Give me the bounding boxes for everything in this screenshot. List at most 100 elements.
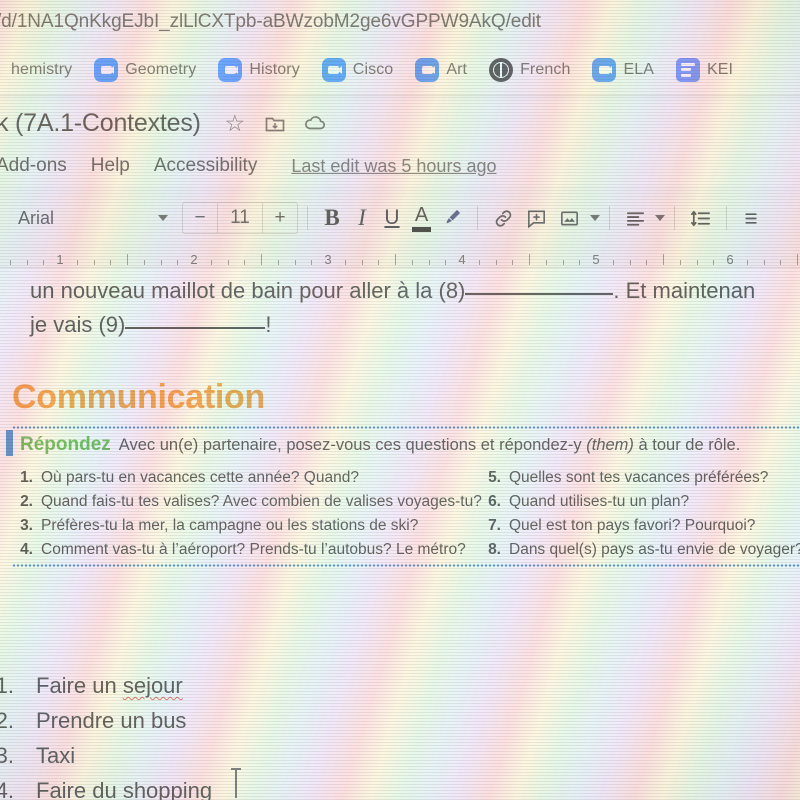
list-item-text[interactable]: Faire un sejour: [36, 668, 183, 703]
bookmark-ela[interactable]: ELA: [581, 50, 665, 90]
ruler-tick: [311, 260, 313, 265]
bookmark-art[interactable]: Art: [404, 50, 478, 90]
ruler-tick: [545, 260, 547, 265]
question-number: 7.: [488, 517, 501, 534]
bookmark-chemistry[interactable]: hemistry: [0, 50, 83, 90]
text-color-button[interactable]: A: [407, 205, 436, 232]
chevron-down-icon[interactable]: [655, 215, 665, 221]
increase-font-size-button[interactable]: +: [263, 207, 297, 229]
link-icon[interactable]: [487, 201, 520, 235]
align-icon[interactable]: [619, 201, 652, 235]
ruler-tick: [679, 260, 681, 265]
menu-bar: Add-ons Help Accessibility Last edit was…: [0, 146, 800, 186]
insert-image-icon[interactable]: [553, 201, 586, 235]
question-item: 5. Quelles sont tes vacances préférées?: [482, 466, 800, 490]
bold-button[interactable]: B: [317, 201, 347, 235]
activity-header: Répondez Avec un(e) partenaire, posez-vou…: [20, 434, 740, 456]
document-title[interactable]: k (7A.1-Contextes): [0, 109, 201, 138]
bookmark-french[interactable]: French: [478, 50, 581, 90]
fill-in-blank-9: [125, 327, 266, 329]
paragraph-line2-text-b: !: [265, 312, 272, 337]
text-cursor-icon: [231, 768, 241, 800]
menu-help[interactable]: Help: [79, 155, 142, 177]
ruler-tick: [378, 260, 380, 265]
last-edit-status[interactable]: Last edit was 5 hours ago: [291, 156, 496, 177]
list-item[interactable]: 1. Faire un sejour: [0, 668, 212, 703]
ruler-tick: [9, 260, 11, 265]
ruler-number: 2: [190, 252, 198, 267]
menu-accessibility[interactable]: Accessibility: [142, 155, 269, 177]
ruler-tick: [663, 254, 664, 265]
text-color-swatch: [412, 226, 431, 232]
document-paragraph: un nouveau maillot de bain pour aller à …: [30, 274, 800, 342]
ruler-tick: [277, 260, 279, 265]
more-toolbar-options-icon[interactable]: [736, 201, 766, 235]
font-size-value[interactable]: 11: [217, 203, 263, 233]
url-text[interactable]: /d/1NA1QnKkgEJbI_zlLlCXTpb-aBWzobM2ge6vG…: [0, 11, 541, 33]
list-item-text[interactable]: Prendre un bus: [36, 703, 186, 738]
list-item-text[interactable]: Taxi: [36, 738, 75, 773]
menu-add-ons[interactable]: Add-ons: [0, 155, 79, 177]
ruler-tick: [26, 260, 28, 265]
bookmarks-bar: hemistry Geometry History Cisco Art Fren…: [0, 44, 800, 96]
ruler-tick: [428, 260, 430, 265]
ruler-tick: [562, 260, 564, 265]
bookmark-label: French: [520, 60, 571, 78]
add-comment-icon[interactable]: [520, 201, 553, 235]
decrease-font-size-button[interactable]: −: [183, 207, 217, 229]
ruler-tick: [629, 260, 631, 265]
bookmark-geometry[interactable]: Geometry: [83, 50, 207, 90]
ruler-tick: [143, 260, 145, 265]
ruler-tick: [445, 260, 447, 265]
star-icon[interactable]: ☆: [223, 111, 247, 135]
font-size-stepper[interactable]: − 11 +: [182, 202, 298, 234]
question-number: 6.: [488, 493, 501, 510]
question-number: 1.: [20, 469, 33, 486]
bookmark-label: hemistry: [11, 60, 73, 78]
zoom-icon: [415, 57, 440, 82]
activity-instruction-b: à tour de rôle.: [633, 436, 741, 454]
underline-button[interactable]: U: [377, 201, 407, 235]
chevron-down-icon[interactable]: [590, 215, 600, 221]
list-item[interactable]: 2. Prendre un bus: [0, 703, 212, 738]
document-ruler[interactable]: 1 2 3 4 5 6: [0, 242, 800, 268]
zoom-icon: [321, 57, 346, 82]
italic-button[interactable]: I: [347, 201, 377, 235]
ruler-tick: [478, 260, 480, 265]
list-item-text[interactable]: Faire du shopping: [36, 773, 212, 800]
document-page[interactable]: un nouveau maillot de bain pour aller à …: [0, 268, 800, 800]
zoom-icon: [94, 57, 119, 82]
highlight-icon[interactable]: [436, 201, 468, 235]
list-item[interactable]: 4. Faire du shopping: [0, 773, 212, 800]
list-item-number: 4.: [0, 778, 14, 800]
ruler-tick: [763, 260, 765, 265]
misspelled-word[interactable]: sejour: [123, 673, 183, 698]
bookmark-label: Cisco: [352, 60, 394, 78]
cloud-saved-icon[interactable]: [303, 111, 327, 135]
ruler-tick: [261, 254, 262, 265]
bookmark-history[interactable]: History: [207, 50, 310, 90]
list-item[interactable]: 3. Taxi: [0, 738, 212, 773]
ruler-number: 5: [592, 252, 600, 267]
bookmark-label: Art: [446, 60, 468, 78]
ruler-tick: [495, 260, 497, 265]
bookmark-keil[interactable]: KEI: [665, 50, 744, 90]
question-number: 8.: [488, 541, 501, 558]
font-family-selector[interactable]: Arial: [18, 208, 168, 229]
bookmark-label: History: [249, 60, 300, 78]
question-item: 6. Quand utilises-tu un plan?: [482, 490, 800, 514]
activity-instruction-a: Avec un(e) partenaire, posez-vous ces qu…: [118, 436, 587, 454]
google-forms-icon: [676, 57, 701, 82]
dotted-divider-top: [12, 426, 800, 429]
questions-column-right: 5. Quelles sont tes vacances préférées? …: [482, 466, 800, 562]
questions-column-left: 1. Où pars-tu en vacances cette année? Q…: [14, 466, 482, 562]
line-spacing-icon[interactable]: [684, 201, 717, 235]
question-text: Quelles sont tes vacances préférées?: [509, 469, 769, 486]
move-to-folder-icon[interactable]: [263, 111, 287, 135]
paragraph-line2-text-a: je vais (9): [30, 312, 126, 337]
ruler-tick: [646, 260, 648, 265]
answer-list[interactable]: 1. Faire un sejour 2. Prendre un bus 3. …: [0, 668, 212, 800]
omnibox[interactable]: /d/1NA1QnKkgEJbI_zlLlCXTpb-aBWzobM2ge6vG…: [0, 0, 800, 44]
bookmark-cisco[interactable]: Cisco: [311, 50, 405, 90]
question-number: 2.: [20, 493, 33, 510]
